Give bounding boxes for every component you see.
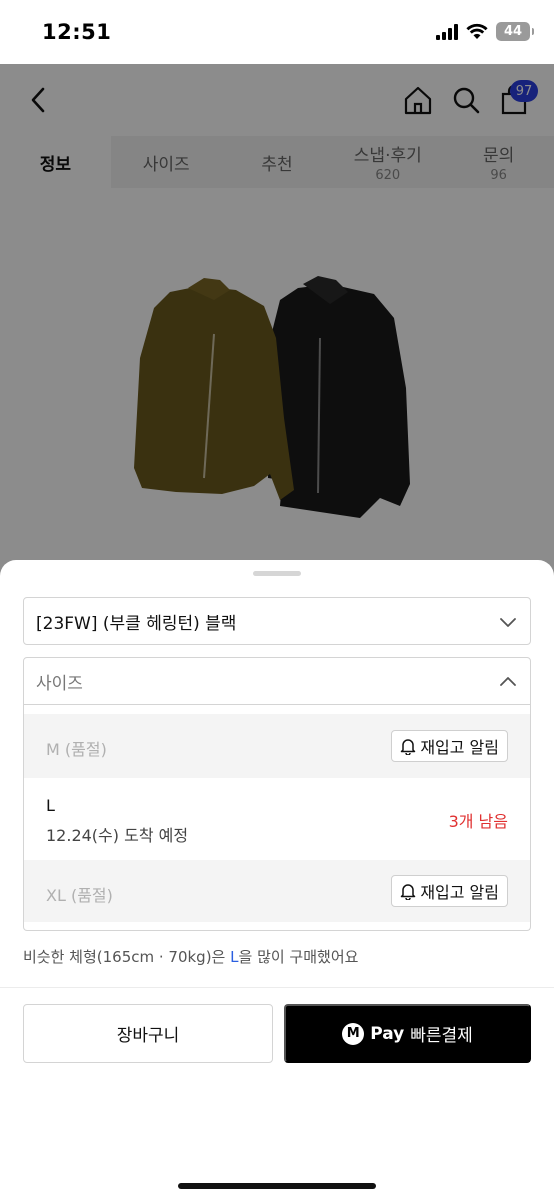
quick-pay-button[interactable]: M Pay 빠른결제 <box>284 1004 531 1063</box>
option-bottom-sheet: [23FW] (부클 헤링턴) 블랙 사이즈 M (품절) 재입고 알림 L 1… <box>0 560 554 1200</box>
restock-alert-button[interactable]: 재입고 알림 <box>391 730 508 762</box>
mpay-logo-icon: M <box>342 1022 365 1045</box>
size-option-list: M (품절) 재입고 알림 L 12.24(수) 도착 예정 3개 남음 XL … <box>23 704 531 931</box>
restock-alert-label: 재입고 알림 <box>420 883 499 902</box>
status-icons: 44 <box>436 22 534 41</box>
add-to-cart-button[interactable]: 장바구니 <box>23 1004 273 1063</box>
size-select[interactable]: 사이즈 <box>23 657 531 705</box>
bell-icon <box>401 738 416 755</box>
size-label: XL (품절) <box>46 886 113 905</box>
size-label: M (품절) <box>46 740 107 759</box>
wifi-icon <box>466 23 488 39</box>
cellular-signal-icon <box>436 23 458 40</box>
restock-alert-label: 재입고 알림 <box>420 738 499 757</box>
option-select-value: [23FW] (부클 헤링턴) 블랙 <box>36 613 237 634</box>
recommend-suffix: 을 많이 구매했어요 <box>238 948 359 966</box>
chevron-down-icon <box>500 618 516 627</box>
delivery-estimate: 12.24(수) 도착 예정 <box>46 826 189 845</box>
option-select[interactable]: [23FW] (부클 헤링턴) 블랙 <box>23 597 531 645</box>
home-indicator[interactable] <box>178 1183 376 1189</box>
stock-remaining: 3개 남음 <box>448 812 508 831</box>
sheet-drag-handle[interactable] <box>253 571 301 576</box>
size-option-l[interactable]: L 12.24(수) 도착 예정 3개 남음 <box>24 778 530 860</box>
divider <box>0 987 554 988</box>
recommend-prefix: 비슷한 체형(165cm · 70kg)은 <box>23 948 231 966</box>
size-recommendation: 비슷한 체형(165cm · 70kg)은 L을 많이 구매했어요 <box>23 946 358 967</box>
restock-alert-button[interactable]: 재입고 알림 <box>391 875 508 907</box>
quick-pay-label: 빠른결제 <box>410 1026 473 1046</box>
status-bar: 12:51 44 <box>0 0 554 64</box>
bell-icon <box>401 883 416 900</box>
size-option-m: M (품절) 재입고 알림 <box>24 714 530 778</box>
status-time: 12:51 <box>42 20 112 44</box>
battery-icon: 44 <box>496 22 534 41</box>
pay-word: Pay <box>370 1023 405 1044</box>
chevron-up-icon <box>500 677 516 686</box>
recommend-size: L <box>230 948 239 966</box>
size-option-xl: XL (품절) 재입고 알림 <box>24 860 530 922</box>
size-select-placeholder: 사이즈 <box>36 673 83 694</box>
size-label: L <box>46 796 55 815</box>
